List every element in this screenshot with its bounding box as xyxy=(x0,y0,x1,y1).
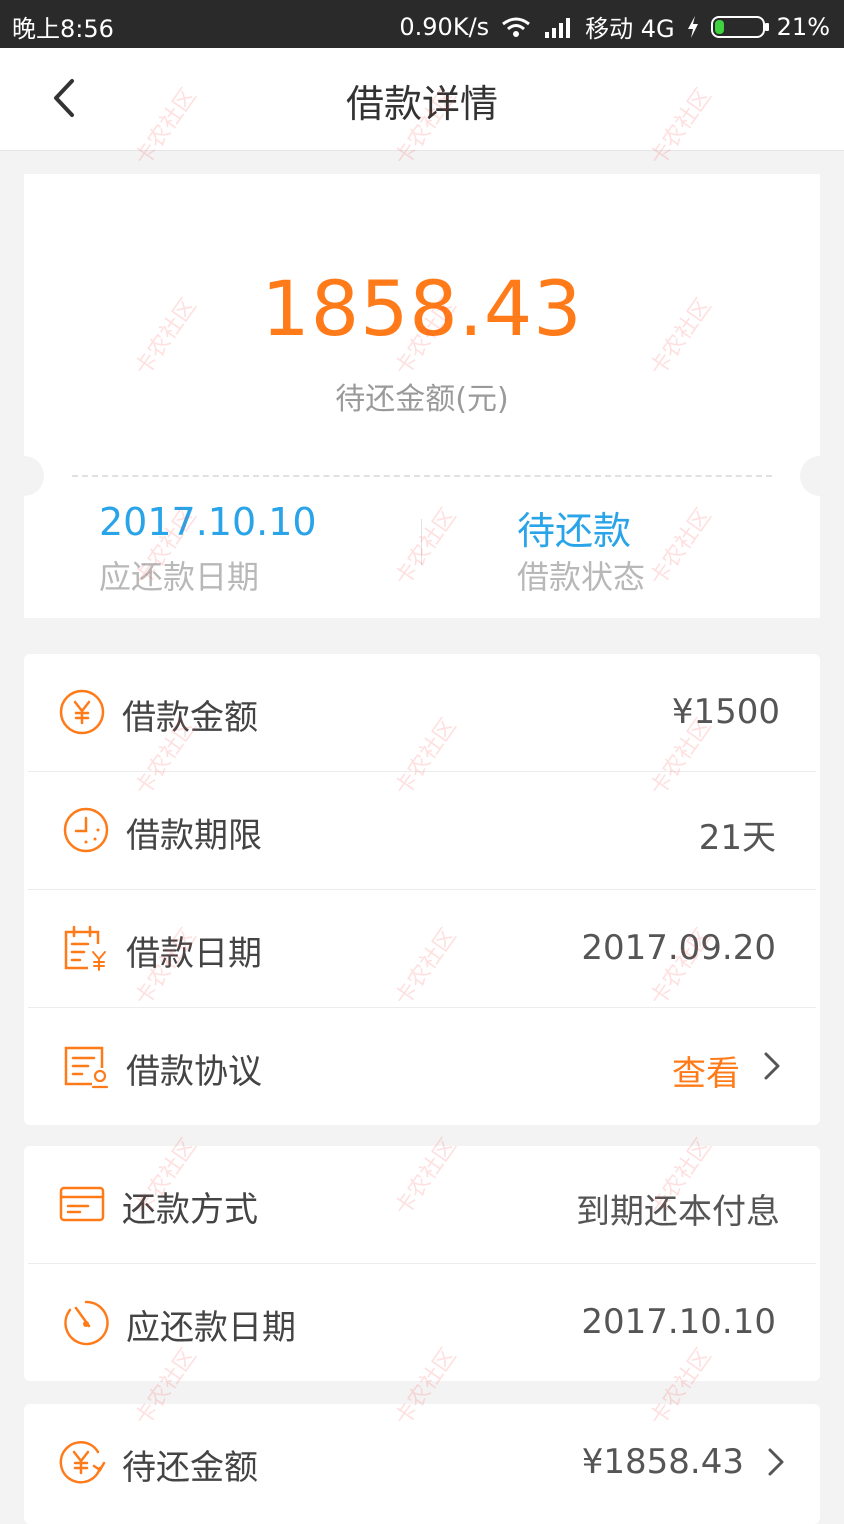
yen-refresh-icon xyxy=(59,1441,106,1484)
detail-value: 2017.10.10 xyxy=(581,1302,776,1342)
detail-label: 还款方式 xyxy=(122,1190,258,1230)
repayment-card: 还款方式 到期还本付息 应还款日期 2017.10.10 xyxy=(24,1146,820,1381)
calendar-yen-icon xyxy=(64,925,106,971)
dashed-divider xyxy=(72,475,772,477)
detail-label: 借款期限 xyxy=(126,816,262,856)
chevron-right-icon xyxy=(768,1448,784,1476)
detail-label: 借款协议 xyxy=(126,1052,262,1092)
ticket-notch-right xyxy=(800,456,840,496)
detail-label: 借款金额 xyxy=(122,698,258,738)
detail-label: 借款日期 xyxy=(126,934,262,974)
pending-amount: 1858.43 xyxy=(261,264,583,353)
due-date-label: 应还款日期 xyxy=(99,558,260,596)
due-date-value: 2017.10.10 xyxy=(99,500,317,544)
battery-percent: 21% xyxy=(776,12,830,41)
wifi-icon xyxy=(502,17,531,37)
clock-icon xyxy=(63,807,109,853)
detail-row-loan-date: 借款日期 2017.09.20 xyxy=(28,889,816,1007)
agreement-icon xyxy=(64,1046,109,1089)
pending-card: 待还金额 ¥1858.43 xyxy=(24,1404,820,1524)
detail-row-repayment-method: 还款方式 到期还本付息 xyxy=(24,1146,820,1263)
battery-icon xyxy=(710,15,769,38)
card-icon xyxy=(59,1186,105,1222)
signal-icon xyxy=(545,17,571,38)
timer-icon xyxy=(64,1300,109,1346)
page-title: 借款详情 xyxy=(345,82,498,126)
detail-label: 待还金额 xyxy=(122,1448,258,1488)
detail-value: 2017.09.20 xyxy=(581,928,776,968)
network-speed: 0.90K/s xyxy=(399,12,490,41)
status-time: 晚上8:56 xyxy=(12,15,114,43)
detail-row-loan-amount: 借款金额 ¥1500 xyxy=(24,654,820,771)
detail-value: 21天 xyxy=(698,818,776,858)
view-agreement-link[interactable]: 查看 xyxy=(672,1046,740,1095)
ticket-notch-left xyxy=(4,456,44,496)
status-bar: 晚上8:56 0.90K/s 移动 4G 21% xyxy=(0,0,844,48)
detail-row-loan-term: 借款期限 21天 xyxy=(28,771,816,889)
carrier-label: 移动 4G xyxy=(585,15,675,43)
summary-card: 1858.43 待还金额(元) 2017.10.10 应还款日期 待还款 借款状… xyxy=(4,174,840,618)
detail-row-loan-agreement[interactable]: 借款协议 查看 xyxy=(28,1007,816,1125)
detail-row-pending-amount[interactable]: 待还金额 ¥1858.43 xyxy=(24,1404,820,1521)
detail-value: ¥1858.43 xyxy=(581,1442,744,1482)
charging-icon xyxy=(687,15,698,38)
status-right: 0.90K/s 移动 4G 21% xyxy=(399,9,830,44)
detail-value: 到期还本付息 xyxy=(576,1192,780,1232)
yen-circle-icon xyxy=(59,689,105,735)
nav-bar: 借款详情 xyxy=(0,48,844,151)
detail-value: ¥1500 xyxy=(671,692,780,732)
loan-details-card: 借款金额 ¥1500 借款期限 21天 借款日期 2017.09.20 借款协议… xyxy=(24,654,820,1125)
vertical-divider xyxy=(421,519,422,565)
battery-fill xyxy=(714,19,724,34)
detail-label: 应还款日期 xyxy=(126,1308,296,1348)
pending-amount-label: 待还金额(元) xyxy=(335,382,509,417)
detail-row-due-date: 应还款日期 2017.10.10 xyxy=(28,1263,816,1381)
loan-status-label: 借款状态 xyxy=(517,558,646,596)
loan-status-value: 待还款 xyxy=(517,509,632,553)
chevron-right-icon xyxy=(764,1052,780,1080)
